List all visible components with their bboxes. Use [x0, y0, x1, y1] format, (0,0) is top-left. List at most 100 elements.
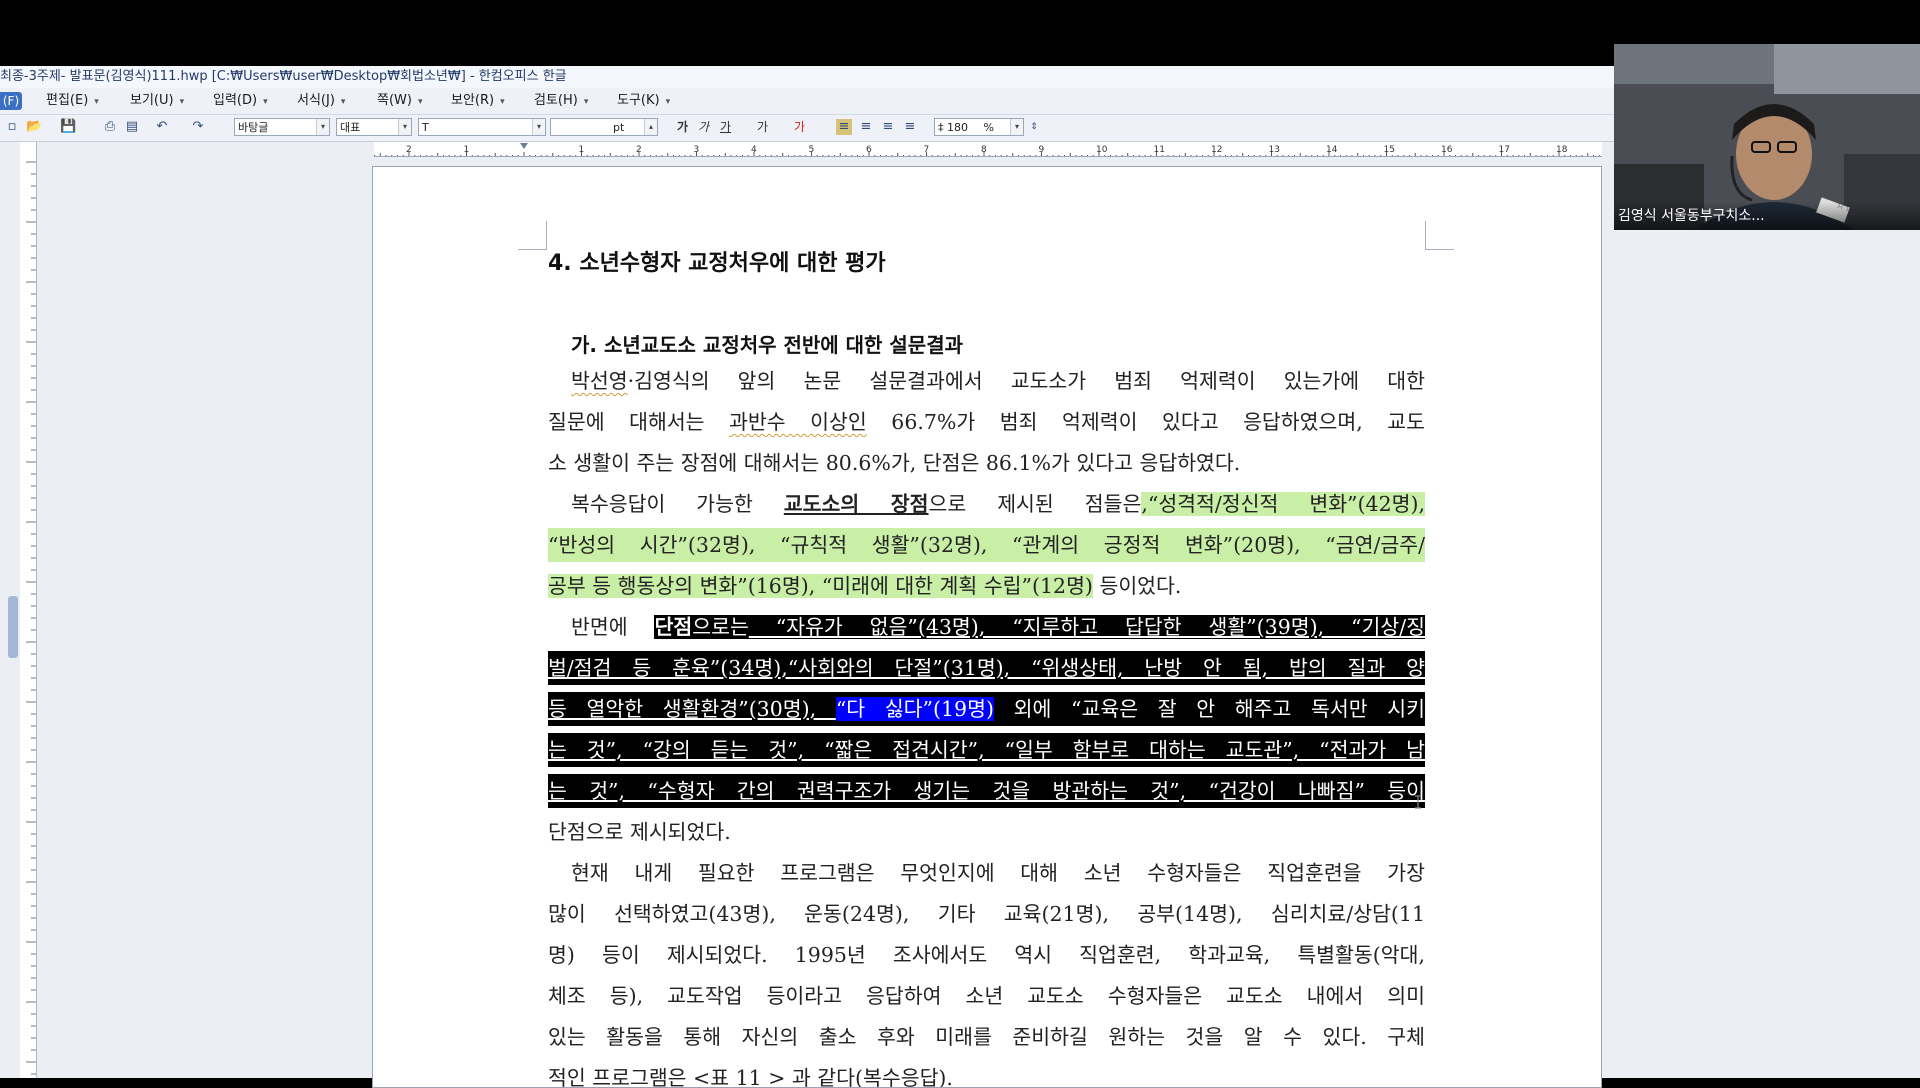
chevron-down-icon: ▾ [316, 119, 329, 135]
align-justify-icon[interactable]: ≡ [836, 119, 852, 135]
ruler-number: 7 [924, 145, 930, 155]
highlighted-line: “반성의 시간”(32명), “규칙적 생활”(32명), “관계의 긍정적 변… [548, 528, 1425, 562]
new-doc-icon[interactable]: ▫ [4, 119, 20, 135]
document-page[interactable]: 4. 소년수형자 교정처우에 대한 평가 가. 소년교도소 교정처우 전반에 대… [372, 166, 1602, 1088]
line-spacing-input[interactable]: ‡ 180 % ▾ [934, 118, 1024, 136]
paragraph-line: 단점으로 제시되었다. [548, 820, 731, 844]
window-title: 최종-3주제- 발표문(김영식)111.hwp [C:₩Users₩user₩D… [0, 69, 567, 84]
chevron-down-icon: ▾ [532, 119, 545, 135]
ruler-number: 4 [751, 145, 757, 155]
menu-edit[interactable]: 편집(E) ▾ [46, 88, 99, 115]
print-icon[interactable]: ⎙ [102, 119, 118, 135]
style-select[interactable]: 바탕글 ▾ [234, 118, 330, 136]
redo-icon[interactable]: ↷ [190, 119, 206, 135]
video-participant-tile[interactable]: 김영식 서울동부구치소... ☆☆ [1614, 44, 1920, 230]
ruler-number: 13 [1269, 145, 1280, 155]
chevron-down-icon: ▾ [340, 97, 346, 107]
italic-button[interactable]: 가 [698, 118, 709, 136]
chevron-down-icon: ▾ [94, 97, 99, 107]
paragraph-line: 질문에 대해서는 과반수 이상인 66.7%가 범죄 억제력이 있다고 응답하였… [548, 410, 1425, 434]
menu-review[interactable]: 검토(H) ▾ [534, 88, 588, 115]
selected-line: 는 것”, “수형자 간의 권력구조가 생기는 것을 방관하는 것”, “건강이… [548, 774, 1425, 808]
ruler-number: 18 [1556, 145, 1568, 155]
strike-button[interactable]: 가 [757, 118, 768, 136]
text-cursor-icon [1415, 795, 1421, 809]
paragraph-line: 많이 선택하였고(43명), 운동(24명), 기타 교육(21명), 공부(1… [548, 902, 1425, 926]
save-icon[interactable]: 💾 [60, 119, 76, 135]
font-color-button[interactable]: 가 [794, 118, 805, 136]
menu-insert[interactable]: 입력(D) ▾ [213, 88, 268, 115]
paragraph-line: 명) 등이 제시되었다. 1995년 조사에서도 역시 직업훈련, 학과교육, … [548, 943, 1425, 967]
vruler-ticks [26, 161, 36, 1075]
font-size-input[interactable]: pt ▴ [550, 118, 658, 136]
ruler-number: 6 [866, 145, 872, 155]
chevron-down-icon: ▾ [398, 119, 411, 135]
ruler-number: 3 [694, 145, 700, 155]
ruler-number: 17 [1499, 145, 1510, 155]
chevron-down-icon: ▾ [583, 97, 589, 107]
paragraph-line: 박선영·김영식의 앞의 논문 설문결과에서 교도소가 범죄 억제력이 있는가에 … [571, 369, 1425, 393]
align-left-icon[interactable]: ≡ [858, 119, 874, 135]
margin-corner-tl [518, 221, 547, 250]
preview-icon[interactable]: ▤ [124, 119, 140, 135]
open-folder-icon[interactable]: 📂 [26, 119, 42, 135]
menu-page[interactable]: 쪽(W) ▾ [377, 88, 423, 115]
ruler-number: 12 [1211, 145, 1222, 155]
subsection-heading: 가. 소년교도소 교정처우 전반에 대한 설문결과 [571, 333, 964, 357]
section-heading: 4. 소년수형자 교정처우에 대한 평가 [548, 251, 886, 276]
ruler-ticks: 2 1 1 2 3 4 5 6 7 8 9 10 11 12 13 14 15 16 17 18 [374, 143, 1600, 156]
vertical-ruler[interactable] [20, 142, 37, 1078]
ruler-number: 2 [636, 145, 642, 155]
bold-button[interactable]: 가 [677, 118, 688, 136]
participant-name-label: 김영식 서울동부구치소... [1614, 202, 1920, 230]
format-toolbar: ▫ 📂 💾 ⎙ ▤ ↶ ↷ 바탕글 ▾ 대표 ▾ T ▾ pt ▴ 가 가 가 가 가 … [0, 114, 1614, 142]
panel-grip-handle[interactable] [8, 596, 18, 658]
menu-tools[interactable]: 도구(K) ▾ [617, 88, 670, 115]
selected-line: 는 것”, “강의 듣는 것”, “짧은 접견시간”, “일부 함부로 대하는 … [548, 733, 1425, 767]
menu-security[interactable]: 보안(R) ▾ [451, 88, 505, 115]
chevron-down-icon: ▾ [417, 97, 423, 107]
line-spacing-icon: ‡ [938, 121, 947, 134]
undo-icon[interactable]: ↶ [154, 119, 170, 135]
align-center-icon[interactable]: ≡ [880, 119, 896, 135]
font-select[interactable]: T ▾ [418, 118, 546, 136]
spinner-icon: ▴ [644, 119, 657, 135]
ruler-number: 1 [464, 145, 470, 155]
align-right-icon[interactable]: ≡ [902, 119, 918, 135]
paragraph-line: 복수응답이 가능한 교도소의 장점으로 제시된 점들은,“성격적/정신적 변화”… [571, 492, 1425, 516]
ruler-number: 5 [809, 145, 815, 155]
paragraph-line: 현재 내게 필요한 프로그램은 무엇인지에 대해 소년 수형자들은 직업훈련을 … [571, 861, 1425, 885]
paragraph-line: 공부 등 행동상의 변화”(16명), “미래에 대한 계획 수립”(12명) … [548, 574, 1182, 598]
paragraph-line: 체조 등), 교도작업 등이라고 응답하여 소년 교도소 수형자들은 교도소 내… [548, 984, 1425, 1008]
menu-format[interactable]: 서식(J) ▾ [297, 88, 345, 115]
ruler-number: 11 [1154, 145, 1165, 155]
margin-corner-tr [1425, 221, 1454, 250]
window-titlebar: 최종-3주제- 발표문(김영식)111.hwp [C:₩Users₩user₩D… [0, 66, 1614, 88]
ruler-number: 15 [1384, 145, 1395, 155]
spinner-icon[interactable]: ⇕ [1026, 119, 1042, 135]
chevron-down-icon: ▾ [179, 97, 185, 107]
paragraph-line: 적인 프로그램은 <표 11 > 과 같다(복수응답). [548, 1066, 953, 1088]
selected-line: 반면에 단점으로는 “자유가 없음”(43명), “지루하고 답답한 생활”(3… [571, 615, 1425, 639]
chevron-down-icon: ▾ [500, 97, 505, 107]
underline-button[interactable]: 가 [720, 118, 731, 136]
paragraph-line: 있는 활동을 통해 자신의 출소 후와 미래를 준비하길 원하는 것을 알 수 … [548, 1025, 1425, 1049]
menu-file[interactable]: (F) [0, 92, 22, 110]
right-side-panel [1614, 230, 1920, 1078]
selected-line: 등 열악한 생활환경”(30명), “다 싫다”(19명) 외에 “교육은 잘 … [548, 692, 1425, 726]
horizontal-ruler[interactable]: 2 1 1 2 3 4 5 6 7 8 9 10 11 12 13 14 15 16 17 18 [374, 142, 1602, 157]
menu-bar: (F) 편집(E) ▾ 보기(U) ▾ 입력(D) ▾ 서식(J) ▾ 쪽(W) ▾ 보안… [0, 88, 1614, 114]
chevron-down-icon: ▾ [263, 97, 268, 107]
chevron-down-icon: ▾ [665, 97, 671, 107]
ruler-number: 1 [579, 145, 585, 155]
chevron-down-icon: ▾ [1010, 119, 1023, 135]
menu-view[interactable]: 보기(U) ▾ [130, 88, 184, 115]
selected-line: 벌/점검 등 훈육”(34명),“사회와의 단절”(31명), “위생상태, 난… [548, 651, 1425, 685]
ruler-number: 2 [406, 145, 412, 155]
paragraph-line: 소 생활이 주는 장점에 대해서는 80.6%가, 단점은 86.1%가 있다고… [548, 451, 1241, 475]
indent-marker-icon[interactable] [520, 143, 528, 149]
ruler-number: 16 [1441, 145, 1453, 155]
rep-font-select[interactable]: 대표 ▾ [336, 118, 412, 136]
ruler-number: 14 [1326, 145, 1338, 155]
ruler-number: 9 [1039, 145, 1045, 155]
